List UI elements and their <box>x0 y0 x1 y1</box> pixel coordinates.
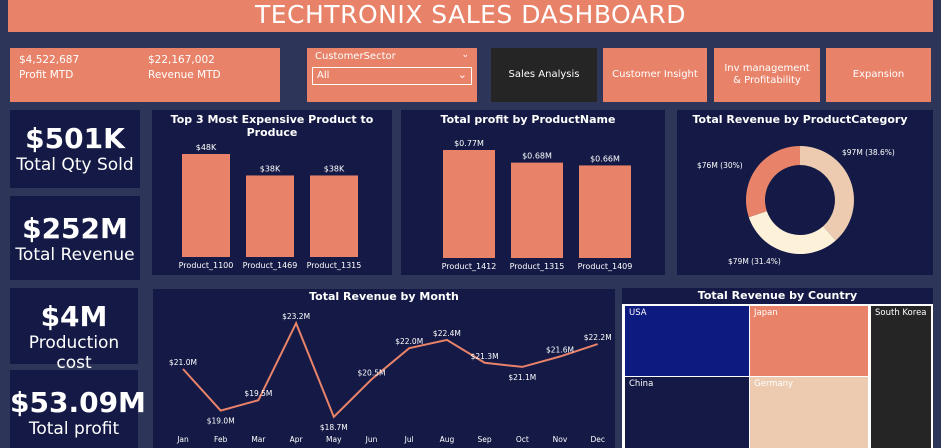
revenue-mtd-label: Revenue MTD <box>148 69 221 81</box>
chevron-down-icon: ⌄ <box>457 68 467 81</box>
bar-category-label: Product_1315 <box>307 261 362 270</box>
revenue-by-category-chart-panel: Total Revenue by ProductCategory $97M (3… <box>677 110 933 275</box>
line-data-label: $21.3M <box>471 352 499 361</box>
bar[interactable] <box>579 165 631 258</box>
month-tick-label: Jan <box>176 435 189 444</box>
profit-by-product-chart-panel: Total profit by ProductName $0.77M Produc… <box>401 110 665 275</box>
dropdown-selected-value: All <box>317 70 330 81</box>
month-tick-label: Aug <box>440 435 455 444</box>
line-data-label: $21.6M <box>546 346 574 355</box>
profit-mtd-value: $4,522,687 <box>19 54 80 66</box>
customer-sector-slicer: CustomerSector ⌄ All ⌄ <box>307 48 477 102</box>
expensive-products-chart-panel: Top 3 Most Expensive Product to Produce … <box>152 110 392 275</box>
treemap-tile[interactable]: Japan <box>750 306 868 376</box>
bar[interactable] <box>246 175 294 257</box>
treemap-tile[interactable]: South Korea <box>871 306 931 448</box>
bar-data-label: $38K <box>324 164 345 173</box>
line-data-label: $19.0M <box>207 417 235 426</box>
revenue-by-month-line-chart: $21.0M Jan $19.0M Feb $19.5M Mar $23.2M Apr $18.… <box>169 312 612 444</box>
treemap-tile[interactable]: China <box>625 377 749 448</box>
month-tick-label: Oct <box>516 435 529 444</box>
month-tick-label: Apr <box>290 435 304 444</box>
revenue-by-month-chart-title: Total Revenue by Month <box>309 290 459 303</box>
line-data-label: $19.5M <box>244 389 272 398</box>
slicer-label: CustomerSector <box>315 51 396 62</box>
production-cost-label: Production cost <box>28 333 120 373</box>
bar-data-label: $0.68M <box>522 152 552 161</box>
revenue-by-country-chart-panel: Total Revenue by Country USA Japan South K… <box>622 288 933 448</box>
bar-data-label: $0.77M <box>454 139 484 148</box>
month-tick-label: Dec <box>590 435 605 444</box>
bar[interactable] <box>443 150 495 258</box>
treemap-tile[interactable]: Germany <box>750 377 868 448</box>
donut-slice-label: $79M (31.4%) <box>728 257 781 266</box>
bar[interactable] <box>511 162 563 258</box>
sales-analysis-button[interactable]: Sales Analysis <box>491 48 597 102</box>
line-data-label: $20.5M <box>358 368 386 377</box>
total-qty-sold-card: $501K Total Qty Sold <box>10 110 140 188</box>
revenue-by-category-chart-title: Total Revenue by ProductCategory <box>692 113 908 126</box>
line-data-label: $18.7M <box>320 423 348 432</box>
bar-category-label: Product_1100 <box>179 261 234 270</box>
bar-category-label: Product_1409 <box>578 262 633 271</box>
revenue-by-month-chart-panel: Total Revenue by Month $21.0M Jan $19.0M Fe… <box>153 289 615 448</box>
month-tick-label: May <box>326 435 342 444</box>
month-tick-label: Nov <box>553 435 568 444</box>
total-qty-sold-label: Total Qty Sold <box>16 155 134 175</box>
line-data-label: $21.1M <box>508 373 536 382</box>
line-data-label: $21.0M <box>169 358 197 367</box>
revenue-by-category-donut-chart: $97M (38.6%) $79M (31.4%) $76M (30%) <box>697 146 895 266</box>
customer-sector-dropdown[interactable]: All ⌄ <box>312 67 472 85</box>
line-data-label: $22.4M <box>433 329 461 338</box>
bar-category-label: Product_1412 <box>442 262 497 271</box>
donut-slice[interactable] <box>800 146 854 241</box>
profit-by-product-chart-title: Total profit by ProductName <box>440 113 616 126</box>
total-revenue-card: $252M Total Revenue <box>10 196 140 280</box>
dashboard-title: TECHTRONIX SALES DASHBOARD <box>8 0 933 32</box>
total-profit-card: $53.09M Total profit <box>10 370 146 448</box>
total-profit-label: Total profit <box>28 419 120 439</box>
donut-slice[interactable] <box>748 211 836 254</box>
bar-category-label: Product_1469 <box>243 261 298 270</box>
month-tick-label: Mar <box>251 435 266 444</box>
bar-category-label: Product_1315 <box>510 262 565 271</box>
month-tick-label: Jul <box>404 435 414 444</box>
mtd-kpi-card: $4,522,687 Profit MTD $22,167,002 Revenu… <box>10 48 280 102</box>
revenue-mtd-value: $22,167,002 <box>148 54 215 66</box>
total-profit-value: $53.09M <box>10 386 146 419</box>
treemap-tile[interactable]: USA <box>625 306 749 376</box>
expensive-products-chart-title: Top 3 Most Expensive Product to Produce <box>170 113 374 139</box>
inv-management-button[interactable]: Inv management & Profitability <box>714 48 820 102</box>
bar-data-label: $38K <box>260 164 281 173</box>
production-cost-card: $4M Production cost <box>10 288 138 373</box>
donut-slice-label: $97M (38.6%) <box>842 148 895 157</box>
bar[interactable] <box>182 154 230 257</box>
collapse-chevron-icon[interactable]: ⌄ <box>461 50 469 60</box>
bar-data-label: $48K <box>196 143 217 152</box>
total-qty-sold-value: $501K <box>25 122 125 155</box>
month-tick-label: Jun <box>365 435 378 444</box>
line-data-label: $22.0M <box>395 337 423 346</box>
profit-by-product-bar-chart: $0.77M Product_1412 $0.68M Product_1315 $0.6… <box>442 139 633 271</box>
production-cost-value: $4M <box>40 300 108 333</box>
revenue-by-country-chart-title: Total Revenue by Country <box>697 289 858 302</box>
revenue-line[interactable] <box>182 320 599 419</box>
donut-slice-label: $76M (30%) <box>697 161 743 170</box>
total-revenue-value: $252M <box>22 212 128 245</box>
expansion-button[interactable]: Expansion <box>826 48 931 102</box>
month-tick-label: Feb <box>214 435 228 444</box>
bar-data-label: $0.66M <box>590 154 620 163</box>
customer-insight-button[interactable]: Customer Insight <box>603 48 707 102</box>
total-revenue-label: Total Revenue <box>15 245 135 265</box>
line-data-label: $22.2M <box>584 333 612 342</box>
profit-mtd-label: Profit MTD <box>19 69 74 81</box>
month-tick-label: Sep <box>478 435 492 444</box>
donut-slice[interactable] <box>746 146 800 218</box>
line-data-label: $23.2M <box>282 312 310 321</box>
bar[interactable] <box>310 175 358 257</box>
